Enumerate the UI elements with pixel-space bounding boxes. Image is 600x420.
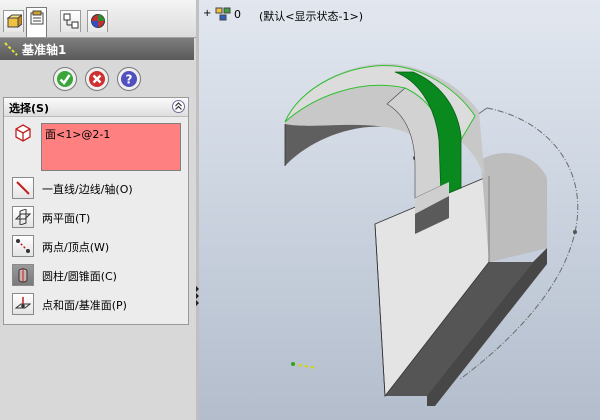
- feature-title: 基准轴1: [22, 43, 67, 57]
- svg-text:?: ?: [126, 73, 133, 87]
- appearance-icon: [91, 14, 105, 28]
- tab-appearance-manager[interactable]: [87, 10, 108, 32]
- plate-top-face: [481, 153, 547, 262]
- selection-group-title: 选择(S): [9, 102, 49, 115]
- option-two-points[interactable]: 两点/顶点(W): [12, 235, 184, 257]
- feature-title-bar: 基准轴1: [0, 38, 194, 60]
- ok-button[interactable]: [53, 67, 77, 91]
- checkmark-icon: [57, 71, 73, 87]
- collapse-chevron-icon[interactable]: [172, 100, 185, 113]
- help-button[interactable]: ?: [117, 67, 141, 91]
- tab-property-manager[interactable]: [26, 7, 47, 37]
- tab-configuration-manager[interactable]: [60, 10, 81, 32]
- selection-face-icon: [15, 124, 31, 142]
- option-label: 一直线/边线/轴(O): [42, 183, 133, 196]
- selection-group: 选择(S) 面<1>@2-1 一直线/边线/轴(O) 两平面(T) 两点/顶点(…: [3, 97, 189, 325]
- option-label: 圆柱/圆锥面(C): [42, 270, 117, 283]
- line-edge-axis-icon[interactable]: [12, 177, 34, 199]
- cancel-button[interactable]: [85, 67, 109, 91]
- origin-point: [291, 362, 295, 366]
- option-cylinder-cone[interactable]: 圆柱/圆锥面(C): [12, 264, 184, 286]
- selection-item[interactable]: 面<1>@2-1: [45, 126, 110, 142]
- 3d-model-view[interactable]: [199, 0, 600, 420]
- help-question-icon: ?: [121, 71, 137, 87]
- preview-point: [573, 230, 577, 234]
- tab-feature-manager[interactable]: [3, 10, 24, 32]
- two-planes-icon[interactable]: [12, 206, 34, 228]
- origin-axis: [292, 363, 318, 369]
- option-label: 点和面/基准面(P): [42, 299, 127, 312]
- configuration-icon: [63, 13, 79, 29]
- cancel-x-icon: [89, 71, 105, 87]
- cylinder-cone-icon[interactable]: [12, 264, 34, 286]
- property-manager-icon: [30, 10, 44, 25]
- option-two-planes[interactable]: 两平面(T): [12, 206, 184, 228]
- option-label: 两点/顶点(W): [42, 241, 110, 254]
- two-points-icon[interactable]: [12, 235, 34, 257]
- option-label: 两平面(T): [42, 212, 91, 225]
- property-manager-panel: 基准轴1 ? 选择(S) 面<1>@2-1 一直线/边线/轴(O) 两平面(T)…: [0, 0, 196, 420]
- feature-tree-icon: [6, 14, 22, 28]
- reference-axis-icon: [4, 42, 18, 56]
- option-line-edge-axis[interactable]: 一直线/边线/轴(O): [12, 177, 184, 199]
- point-plane-icon[interactable]: [12, 293, 34, 315]
- selection-group-header[interactable]: 选择(S): [4, 98, 188, 117]
- manager-tab-bar: [0, 0, 196, 38]
- selection-list-box[interactable]: 面<1>@2-1: [41, 123, 181, 171]
- option-point-plane[interactable]: 点和面/基准面(P): [12, 293, 184, 315]
